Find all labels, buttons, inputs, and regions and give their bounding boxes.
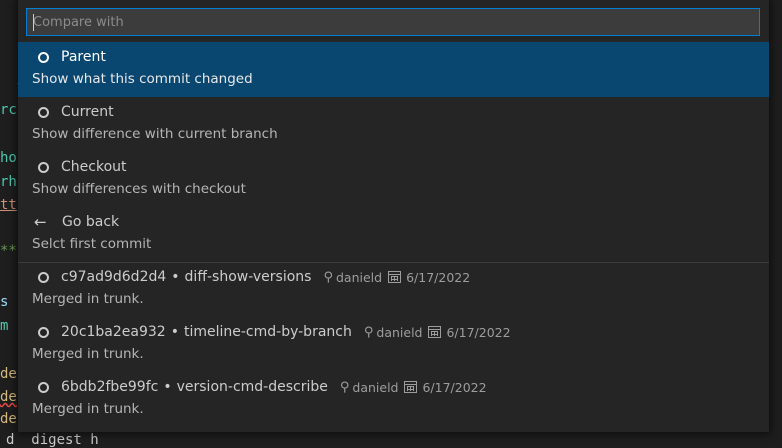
circle-icon xyxy=(38,161,49,173)
calendar-icon xyxy=(388,271,402,283)
commit-branch: version-cmd-describe xyxy=(176,379,328,395)
commit-hash: 20c1ba2ea932 xyxy=(61,324,166,340)
person-icon: ⚲ xyxy=(323,269,333,285)
editor-fragment: de xyxy=(0,366,17,382)
bullet-separator: • xyxy=(171,269,180,285)
commit-detail: Merged in trunk. xyxy=(32,401,144,417)
quick-pick-list: Parent Show what this commit changed Cur… xyxy=(18,42,769,428)
quick-pick-input-box[interactable] xyxy=(26,8,760,36)
option-detail: Show difference with current branch xyxy=(32,126,278,142)
option-label: Parent xyxy=(61,49,106,65)
commit-hash: 6bdb2fbe99fc xyxy=(61,379,159,395)
option-checkout[interactable]: Checkout Show differences with checkout xyxy=(18,152,769,207)
editor-fragment: d digest h xyxy=(6,432,99,448)
calendar-icon xyxy=(404,381,418,393)
option-label: Go back xyxy=(62,214,120,230)
editor-fragment: de xyxy=(0,389,17,405)
commit-date: 6/17/2022 xyxy=(446,324,511,340)
commit-item[interactable]: 6bdb2fbe99fc • version-cmd-describe ⚲ da… xyxy=(18,373,769,428)
arrow-left-icon: ← xyxy=(34,213,47,231)
circle-icon xyxy=(38,106,49,118)
editor-fragment: ho xyxy=(0,150,17,166)
option-parent[interactable]: Parent Show what this commit changed xyxy=(18,42,769,97)
text-caret xyxy=(33,14,34,31)
circle-icon xyxy=(38,381,49,393)
commit-hash: c97ad9d6d2d4 xyxy=(61,269,167,285)
commit-item[interactable]: 20c1ba2ea932 • timeline-cmd-by-branch ⚲ … xyxy=(18,318,769,373)
commit-user: danield xyxy=(335,269,383,285)
option-go-back[interactable]: ← Go back Selct first commit xyxy=(18,207,769,262)
circle-icon xyxy=(38,51,49,63)
commit-date: 6/17/2022 xyxy=(422,379,487,395)
option-detail: Show what this commit changed xyxy=(32,71,253,87)
option-current[interactable]: Current Show difference with current bra… xyxy=(18,97,769,152)
editor-fragment: s xyxy=(0,294,9,310)
editor-fragment: ** xyxy=(0,243,17,259)
option-detail: Selct first commit xyxy=(32,236,152,252)
commit-branch: diff-show-versions xyxy=(184,269,312,285)
editor-fragment: de xyxy=(0,411,17,427)
commit-user: danield xyxy=(352,379,399,395)
circle-icon xyxy=(38,271,49,283)
editor-fragment: m xyxy=(0,318,9,334)
circle-icon xyxy=(38,326,49,338)
quick-pick: Parent Show what this commit changed Cur… xyxy=(18,0,769,432)
bullet-separator: • xyxy=(163,379,172,395)
commit-date: 6/17/2022 xyxy=(406,269,471,285)
option-label: Current xyxy=(61,104,114,120)
option-detail: Show differences with checkout xyxy=(32,181,246,197)
person-icon: ⚲ xyxy=(363,324,374,340)
commit-item[interactable]: c97ad9d6d2d4 • diff-show-versions ⚲ dani… xyxy=(18,263,769,318)
compare-with-input[interactable] xyxy=(27,9,759,35)
commit-branch: timeline-cmd-by-branch xyxy=(183,324,352,340)
commit-user: danield xyxy=(376,324,423,340)
person-icon: ⚲ xyxy=(339,379,350,395)
commit-detail: Merged in trunk. xyxy=(32,346,144,362)
calendar-icon xyxy=(428,326,442,338)
commit-detail: Merged in trunk. xyxy=(32,291,144,307)
editor-fragment: tt xyxy=(0,197,17,213)
editor-fragment: rh xyxy=(0,174,17,190)
bullet-separator: • xyxy=(170,324,179,340)
option-label: Checkout xyxy=(61,159,127,175)
